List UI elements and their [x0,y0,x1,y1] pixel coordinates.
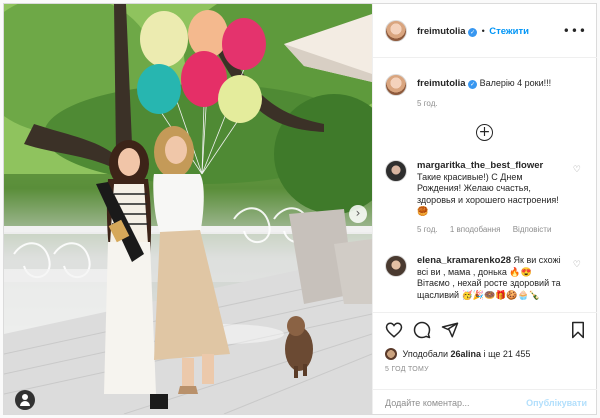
comment-reply-button[interactable]: Відповісти [513,225,552,234]
liker-avatar [385,348,397,360]
author-username[interactable]: freimutolia [417,26,466,37]
post-time-ago[interactable]: 5 ГОД ТОМУ [385,366,429,373]
likes-count[interactable]: і ще 21 455 [484,349,531,359]
post-side-panel: freimutolia ✓ • Стежити ••• freimutolia … [372,4,597,414]
add-comment-bar: Опублікувати [373,389,597,415]
like-heart-icon[interactable] [385,321,403,339]
likes-prefix: Уподобали [402,349,448,359]
caption-author-avatar[interactable] [385,74,407,96]
photo-illustration [4,4,372,414]
comments-list[interactable]: freimutolia ✓ ⁣⁣⁣Валерію 4 роки!!! 5 год… [373,59,597,312]
follow-button[interactable]: Стежити [489,26,529,37]
load-more-comments-icon[interactable]: + [476,124,493,141]
bookmark-icon[interactable] [569,321,587,339]
post-dialog: › freimutolia ✓ • Стежити ••• freimutoli… [3,3,597,415]
verified-badge-icon: ✓ [468,80,478,89]
likes-summary: Уподобали 26alina і ще 21 455 [385,348,530,360]
comment-input[interactable] [385,396,535,410]
tagged-users-button[interactable] [15,390,35,410]
post-actions: Уподобали 26alina і ще 21 455 5 ГОД ТОМУ… [373,312,597,414]
comment-like-heart-icon[interactable]: ♡ [573,260,581,270]
more-options-icon[interactable]: ••• [563,24,587,38]
publish-button[interactable]: Опублікувати [526,398,587,408]
separator-dot: • [481,26,485,36]
caption-username[interactable]: freimutolia [417,78,466,89]
comment-icon[interactable] [413,321,431,339]
share-icon[interactable] [441,321,459,339]
comment-text: Такие красивые!) С Днем Рождения! Желаю … [417,171,559,217]
caption-text: ⁣⁣⁣Валерію 4 роки!!! [479,78,552,88]
comment-avatar[interactable] [385,255,407,277]
comment-avatar[interactable] [385,160,407,182]
verified-badge-icon: ✓ [468,28,478,37]
likes-user[interactable]: 26alina [451,349,482,359]
author-avatar[interactable] [385,20,407,42]
caption-time: 5 год. [417,99,438,108]
comment-time: 5 год. [417,224,438,234]
author-line: freimutolia ✓ • Стежити [417,26,529,37]
comment-username[interactable]: margaritka_the_best_flower [417,160,543,171]
comment-like-heart-icon[interactable]: ♡ [573,165,581,175]
comment-username[interactable]: elena_kramarenko28 [417,255,511,266]
next-photo-button[interactable]: › [349,205,367,223]
comment-likes[interactable]: 1 вподобання [450,225,501,234]
post-photo[interactable]: › [4,4,372,414]
post-header: freimutolia ✓ • Стежити ••• [373,4,597,58]
comment-meta: 5 год. 1 вподобання Відповісти [417,224,567,236]
